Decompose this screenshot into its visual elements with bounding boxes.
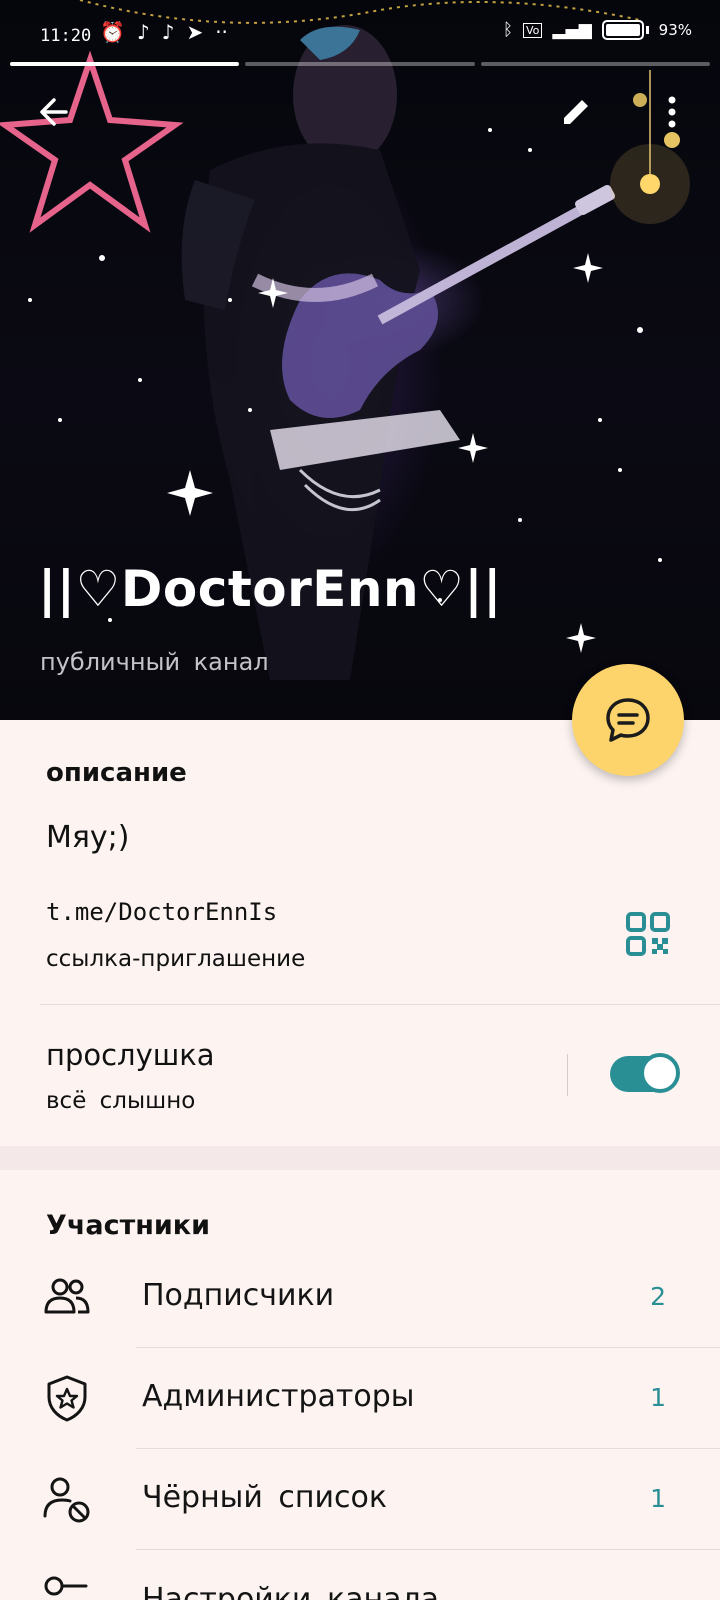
description-text[interactable]: Мяу;) — [46, 820, 130, 855]
blacklist-row[interactable]: Чёрный список 1 — [0, 1450, 720, 1550]
pencil-icon — [564, 100, 588, 124]
channel-settings-row[interactable]: Настройки канала — [0, 1552, 720, 1600]
qr-code-button[interactable] — [624, 910, 672, 958]
telegram-icon: ➤ — [186, 20, 204, 44]
row-count: 2 — [650, 1282, 666, 1311]
story-bar — [245, 62, 475, 66]
users-icon — [44, 1278, 90, 1314]
more-vertical-icon — [668, 96, 676, 128]
listening-subtitle: всё слышно — [46, 1088, 196, 1114]
toggle-knob — [640, 1053, 680, 1093]
row-label: Настройки канала — [142, 1582, 440, 1600]
channel-title: ||♡DoctorEnn♡|| — [38, 560, 502, 618]
members-label: Участники — [46, 1210, 211, 1241]
more-dots-icon: ·· — [215, 20, 228, 44]
listening-toggle[interactable] — [610, 1053, 680, 1093]
listening-label: прослушка — [46, 1038, 215, 1072]
story-bar — [480, 62, 710, 66]
edit-button[interactable] — [552, 88, 600, 136]
invite-link[interactable]: t.me/DoctorEnnIs — [46, 898, 277, 926]
story-bar — [10, 62, 240, 66]
divider — [136, 1347, 720, 1348]
divider — [136, 1549, 720, 1550]
row-label: Чёрный список — [142, 1480, 387, 1515]
story-progress — [10, 62, 710, 66]
qr-code-icon — [626, 912, 670, 956]
more-options-button[interactable] — [648, 88, 696, 136]
alarm-icon: ⏰ — [100, 20, 125, 44]
tiktok-icon: ♪ — [136, 20, 150, 44]
section-gap — [0, 1146, 720, 1170]
open-chat-button[interactable] — [572, 664, 684, 776]
vertical-separator — [567, 1054, 568, 1096]
row-count: 1 — [650, 1383, 666, 1412]
battery-percent: 93% — [658, 21, 692, 39]
row-label: Подписчики — [142, 1278, 335, 1313]
channel-header-photo: 11:20 ⏰ ♪ ♪ ➤ ·· ᛒ Vo ▂▄▆ 93% ||♡DoctorE… — [0, 0, 720, 720]
status-icons-left: ⏰ ♪ ♪ ➤ ·· — [100, 20, 228, 44]
row-count: 1 — [650, 1484, 666, 1513]
user-blocked-icon — [43, 1477, 90, 1523]
chat-bubble-icon — [606, 698, 650, 742]
key-icon — [44, 1576, 88, 1596]
bluetooth-icon: ᛒ — [502, 20, 514, 40]
divider — [136, 1448, 720, 1449]
row-label: Администраторы — [142, 1379, 415, 1414]
tiktok-icon: ♪ — [161, 20, 175, 44]
description-label: описание — [46, 758, 187, 788]
shield-star-icon — [47, 1375, 87, 1422]
status-time: 11:20 — [40, 26, 92, 46]
channel-subtitle: публичный канал — [40, 648, 269, 676]
divider — [40, 1004, 720, 1005]
battery-icon — [601, 20, 644, 40]
subscribers-row[interactable]: Подписчики 2 — [0, 1248, 720, 1348]
arrow-left-icon — [40, 98, 68, 126]
administrators-row[interactable]: Администраторы 1 — [0, 1349, 720, 1449]
invite-link-caption: ссылка-приглашение — [46, 946, 306, 972]
status-icons-right: ᛒ Vo ▂▄▆ 93% — [503, 20, 692, 40]
volte-icon: Vo — [523, 22, 543, 38]
status-bar: 11:20 ⏰ ♪ ♪ ➤ ·· ᛒ Vo ▂▄▆ 93% — [0, 0, 720, 70]
signal-icon: ▂▄▆ — [552, 20, 592, 40]
back-button[interactable] — [30, 88, 78, 136]
